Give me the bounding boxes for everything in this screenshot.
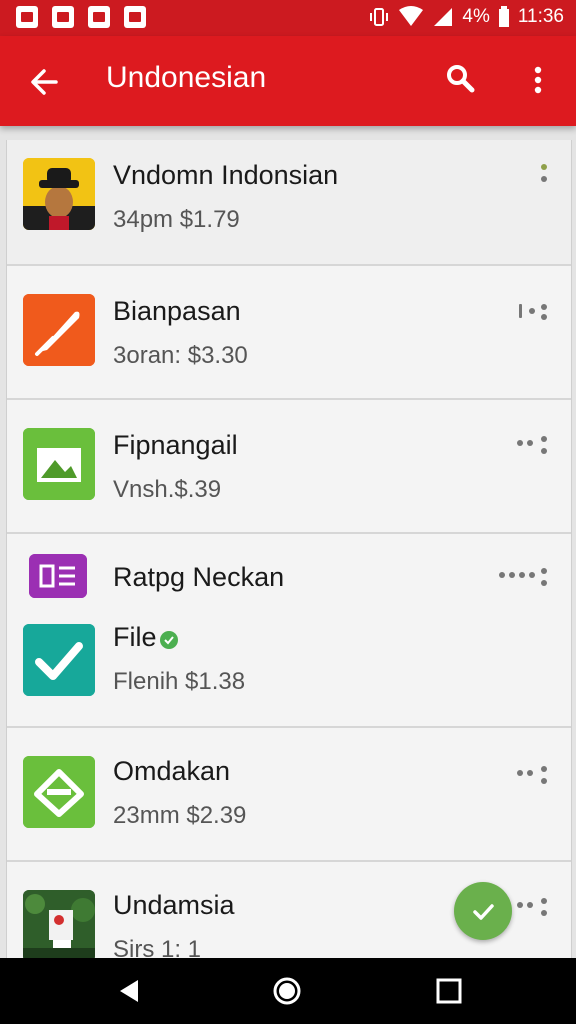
check-icon xyxy=(23,624,95,696)
item-title: File xyxy=(113,622,157,652)
notification-icon xyxy=(16,6,38,28)
dot xyxy=(541,778,547,784)
system-nav-bar xyxy=(0,958,576,1024)
dot xyxy=(541,304,547,310)
wifi-icon xyxy=(399,6,424,26)
diamond-icon xyxy=(23,756,95,828)
list-item[interactable]: Ratpg Neckan File Flenih $1.38 xyxy=(7,534,571,728)
more-vert-icon xyxy=(534,66,542,94)
list-item[interactable]: Vndomn Indonsian 34pm $1.79 xyxy=(7,140,571,266)
item-subtitle: Flenih $1.38 xyxy=(113,668,246,695)
notification-icon xyxy=(88,6,110,28)
nav-back-button[interactable] xyxy=(114,976,144,1006)
dot xyxy=(541,568,547,574)
nav-back-icon xyxy=(120,980,138,1002)
list-item[interactable]: Omdakan 23mm $2.39 xyxy=(7,728,571,862)
dot xyxy=(541,176,547,182)
vibrate-icon xyxy=(370,8,389,26)
item-menu-button[interactable] xyxy=(497,568,553,592)
dot xyxy=(527,440,533,446)
item-menu-button[interactable] xyxy=(513,304,553,328)
item-title: Omdakan xyxy=(113,756,231,786)
dot xyxy=(527,902,533,908)
app-bar: Undonesian xyxy=(0,36,576,126)
dot xyxy=(541,448,547,454)
dot xyxy=(541,314,547,320)
nav-recents-button[interactable] xyxy=(434,976,464,1006)
dot xyxy=(517,902,523,908)
person-avatar-icon xyxy=(23,158,95,230)
signal-icon xyxy=(434,8,453,26)
item-subtitle: Sirs 1: 1 xyxy=(113,936,202,960)
notification-icons xyxy=(16,6,146,28)
feather-icon xyxy=(23,294,95,366)
page-title: Undonesian xyxy=(106,61,267,94)
status-bar: 4% 11:36 xyxy=(0,0,576,36)
dot xyxy=(499,572,505,578)
item-subtitle: 3oran: $3.30 xyxy=(113,342,248,369)
dot xyxy=(527,770,533,776)
item-title: Undamsia xyxy=(113,890,235,920)
floating-action-button[interactable] xyxy=(454,882,512,940)
list-item[interactable]: Bianpasan 3oran: $3.30 xyxy=(7,266,571,400)
system-status: 4% 11:36 xyxy=(368,6,564,28)
check-icon xyxy=(473,904,494,920)
dot xyxy=(541,910,547,916)
back-button[interactable] xyxy=(26,62,66,102)
battery-icon xyxy=(498,6,509,27)
list-item[interactable]: Fipnangail Vnsh.$.39 xyxy=(7,400,571,534)
dot xyxy=(541,580,547,586)
item-subtitle: 34pm $1.79 xyxy=(113,206,240,233)
dot xyxy=(509,572,515,578)
dot xyxy=(517,440,523,446)
battery-percent: 4% xyxy=(462,6,490,27)
nav-home-button[interactable] xyxy=(272,976,302,1006)
dot xyxy=(529,308,535,314)
dot xyxy=(517,770,523,776)
item-menu-button[interactable] xyxy=(513,766,553,790)
overflow-menu-button[interactable] xyxy=(526,64,550,98)
verified-badge-icon xyxy=(160,631,178,649)
dot xyxy=(519,572,525,578)
notification-icon xyxy=(124,6,146,28)
item-list: Vndomn Indonsian 34pm $1.79 Bianpasan 3o… xyxy=(6,140,572,960)
item-menu-button[interactable] xyxy=(513,164,553,188)
search-icon xyxy=(447,65,475,93)
item-menu-button[interactable] xyxy=(513,898,553,922)
arrow-back-icon xyxy=(31,69,58,95)
item-subtitle: 23mm $2.39 xyxy=(113,802,247,829)
search-button[interactable] xyxy=(444,62,478,96)
nav-recents-icon xyxy=(436,978,462,1004)
newspaper-icon xyxy=(29,554,87,598)
item-title: Bianpasan xyxy=(113,296,241,326)
clock: 11:36 xyxy=(517,6,564,27)
dot xyxy=(541,436,547,442)
image-icon xyxy=(23,428,95,500)
dot xyxy=(541,898,547,904)
item-menu-button[interactable] xyxy=(513,436,553,460)
item-title: Ratpg Neckan xyxy=(113,562,285,592)
photo-thumbnail-icon xyxy=(23,890,95,960)
item-title: Vndomn Indonsian xyxy=(113,160,339,190)
dot xyxy=(541,766,547,772)
notification-icon xyxy=(52,6,74,28)
item-subtitle: Vnsh.$.39 xyxy=(113,476,222,503)
item-title: Fipnangail xyxy=(113,430,238,460)
dot xyxy=(519,304,522,318)
dot xyxy=(541,164,547,170)
nav-home-icon xyxy=(273,977,301,1005)
dot xyxy=(529,572,535,578)
